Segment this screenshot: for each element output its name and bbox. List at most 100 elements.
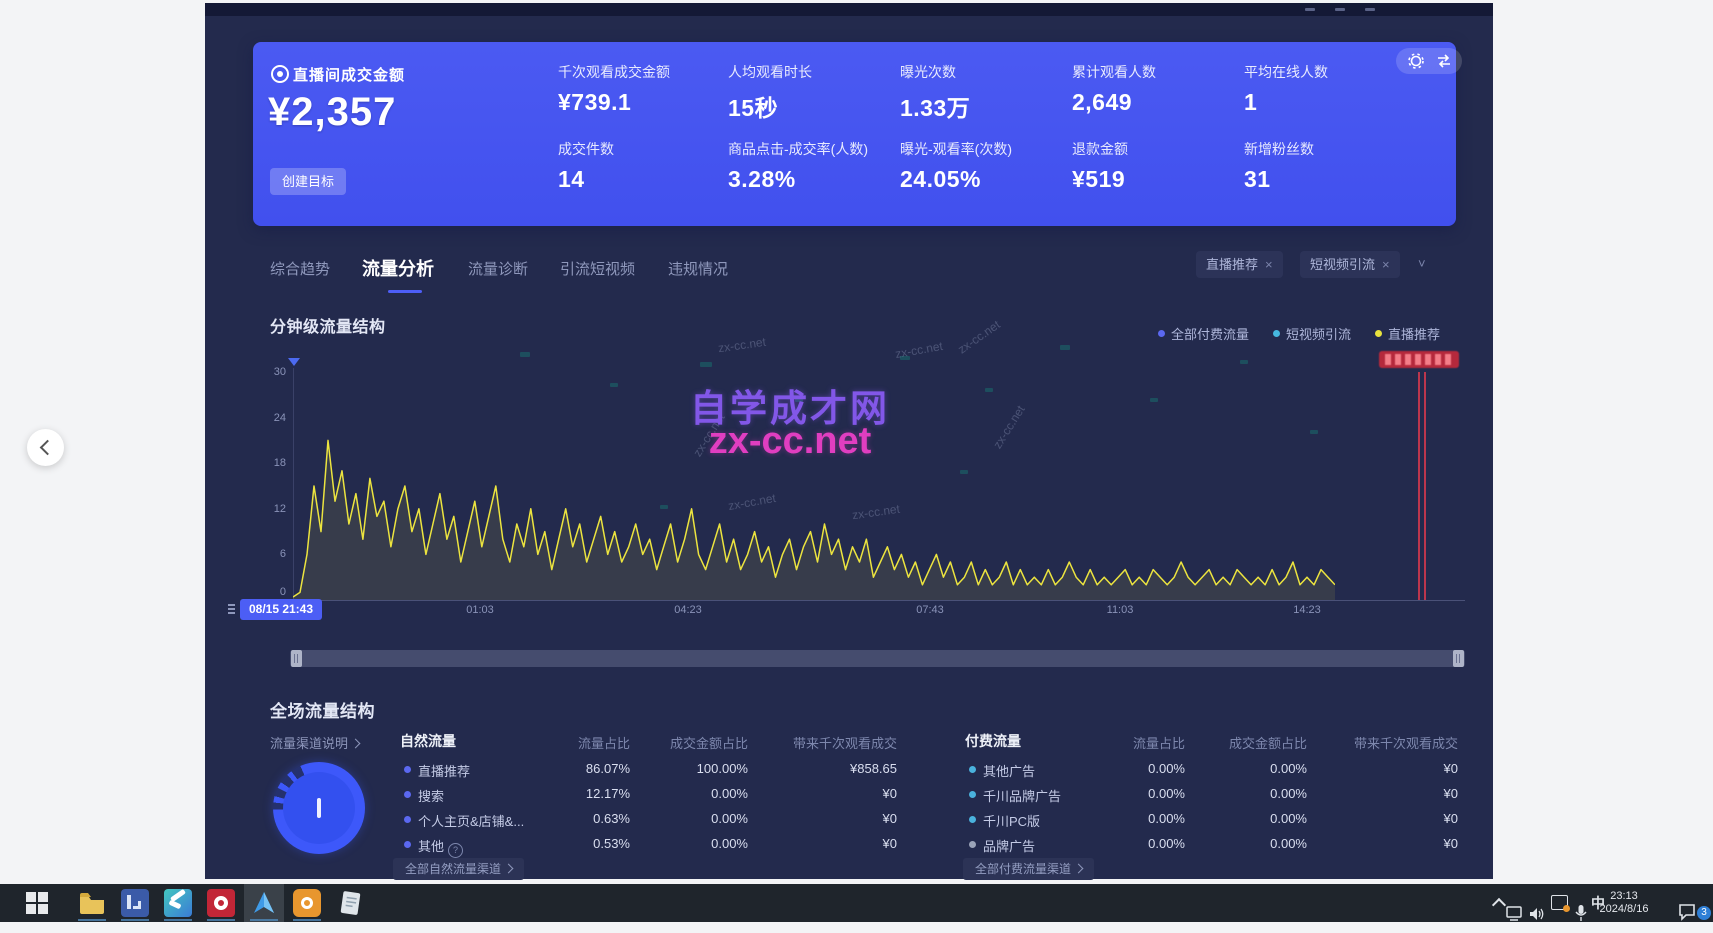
app-orange-button[interactable] (287, 884, 327, 922)
metric-card: 商品点击-成交率(人数) 3.28% (728, 139, 896, 193)
legend-label: 短视频引流 (1286, 324, 1351, 343)
selected-time-badge[interactable]: 08/15 21:43 (240, 599, 322, 620)
cell-gmv-share: 0.00% (1187, 786, 1307, 801)
primary-metric-label: 直播间成交金额 (293, 64, 405, 85)
traffic-line-chart[interactable] (293, 372, 1335, 600)
file-explorer-button[interactable] (72, 884, 112, 922)
cell-gmv-share: 0.00% (628, 811, 748, 826)
help-icon[interactable]: ? (448, 843, 463, 858)
row-dot-icon (404, 841, 411, 848)
legend-item-paid[interactable]: 全部付费流量 (1158, 324, 1249, 343)
screenshot-tool-icon[interactable] (1551, 895, 1568, 910)
chart-range-slider[interactable] (290, 650, 1465, 667)
metric-label: 新增粉丝数 (1244, 139, 1412, 159)
app-red-button[interactable] (201, 884, 241, 922)
cell-per-mille: ¥858.65 (737, 761, 897, 776)
microphone-icon[interactable] (1575, 894, 1587, 932)
app-teal-button[interactable] (158, 884, 198, 922)
metric-value: 24.05% (900, 166, 1068, 193)
gear-icon[interactable] (1408, 53, 1424, 69)
row-dot-icon (404, 766, 411, 773)
red-ring-glyph (214, 896, 228, 910)
legend-item-short-video[interactable]: 短视频引流 (1273, 324, 1351, 343)
y-tick: 30 (256, 366, 286, 378)
row-name: 直播推荐 (418, 761, 470, 780)
running-indicator (207, 919, 235, 921)
start-button[interactable] (18, 884, 58, 922)
clock[interactable]: 23:13 2024/8/16 (1594, 884, 1654, 916)
x-tick: 14:23 (1275, 604, 1339, 616)
create-goal-button[interactable]: 创建目标 (270, 168, 346, 195)
chevron-right-icon (504, 864, 514, 874)
artifact (1060, 345, 1070, 350)
tab-overall-trend[interactable]: 综合趋势 (270, 258, 330, 279)
metric-card: 累计观看人数 2,649 (1072, 62, 1240, 116)
all-natural-channels-link[interactable]: 全部自然流量渠道 (393, 858, 524, 880)
swap-icon[interactable] (1436, 53, 1452, 69)
row-dot-icon (969, 841, 976, 848)
chevron-up-icon (1492, 898, 1506, 912)
row-name: 千川PC版 (983, 811, 1040, 830)
window-top-strip (205, 3, 1493, 16)
row-name: 个人主页&店铺&... (418, 811, 524, 830)
metric-label: 曝光-观看率(次数) (900, 139, 1068, 159)
cell-per-mille: ¥0 (737, 836, 897, 851)
channel-help-link[interactable]: 流量渠道说明 (270, 733, 359, 752)
clock-time: 23:13 (1594, 890, 1654, 903)
metric-label: 千次观看成交金额 (558, 62, 726, 82)
cell-flow-share: 0.00% (1085, 836, 1185, 851)
y-tick: 24 (256, 412, 286, 424)
legend-item-live-recommend[interactable]: 直播推荐 (1375, 324, 1440, 343)
cell-per-mille: ¥0 (1298, 761, 1458, 776)
tab-violations[interactable]: 违规情况 (668, 258, 728, 279)
tab-traffic-analysis[interactable]: 流量分析 (362, 255, 434, 281)
app-notepad-button[interactable] (330, 884, 370, 922)
row-name: 品牌广告 (983, 836, 1035, 855)
slider-left-handle[interactable] (291, 650, 302, 667)
back-button[interactable] (27, 429, 64, 466)
metric-card: 曝光次数 1.33万 (900, 62, 1068, 123)
windows-taskbar: 中 23:13 2024/8/16 (0, 884, 1713, 922)
cell-flow-share: 0.63% (530, 811, 630, 826)
legend-dot-icon (1273, 330, 1280, 337)
clock-date: 2024/8/16 (1594, 903, 1654, 916)
filter-chip-live-recommend[interactable]: 直播推荐× (1196, 251, 1283, 278)
network-icon[interactable] (1506, 895, 1524, 933)
red-annotation-badge[interactable] (1379, 351, 1459, 368)
column-header-flow-share: 流量占比 (1085, 733, 1185, 752)
y-tick: 12 (256, 503, 286, 515)
app-l1-button[interactable] (115, 884, 155, 922)
row-dot-icon (969, 791, 976, 798)
natural-traffic-donut-chart[interactable] (273, 762, 365, 854)
column-header-gmv-share: 成交金额占比 (628, 733, 748, 752)
close-icon[interactable]: × (1265, 257, 1273, 272)
metric-value: 1 (1244, 89, 1412, 116)
filter-chip-short-video[interactable]: 短视频引流× (1300, 251, 1400, 278)
notification-center-icon[interactable] (1678, 893, 1698, 931)
close-icon[interactable]: × (1382, 257, 1390, 272)
all-paid-channels-link[interactable]: 全部付费流量渠道 (963, 858, 1094, 880)
speaker-icon[interactable] (1528, 895, 1546, 933)
legend-label: 直播推荐 (1388, 324, 1440, 343)
artifact (520, 352, 530, 357)
column-header-per-mille: 带来千次观看成交 (1298, 733, 1458, 752)
running-indicator (250, 919, 278, 921)
notification-badge[interactable]: 3 (1697, 906, 1711, 920)
kpi-banner: 直播间成交金额 ¥2,357 创建目标 千次观看成交金额 ¥739.1 人均观看… (253, 42, 1456, 226)
cell-flow-share: 86.07% (530, 761, 630, 776)
axis-top-marker-icon (288, 358, 300, 366)
metric-value: 15秒 (728, 89, 896, 123)
metric-card: 平均在线人数 1 (1244, 62, 1412, 116)
chevron-down-icon[interactable]: ˅ (1418, 256, 1426, 271)
slider-right-handle[interactable] (1453, 650, 1464, 667)
y-tick: 0 (256, 586, 286, 598)
artifact (795, 398, 803, 402)
top-strip-icon (1335, 8, 1345, 11)
row-name: 其他广告 (983, 761, 1035, 780)
tab-short-video[interactable]: 引流短视频 (560, 258, 635, 279)
tab-traffic-diagnosis[interactable]: 流量诊断 (468, 258, 528, 279)
running-indicator (78, 919, 106, 921)
running-indicator (121, 919, 149, 921)
app-pointer-button-active[interactable] (244, 884, 284, 922)
row-dot-icon (969, 766, 976, 773)
